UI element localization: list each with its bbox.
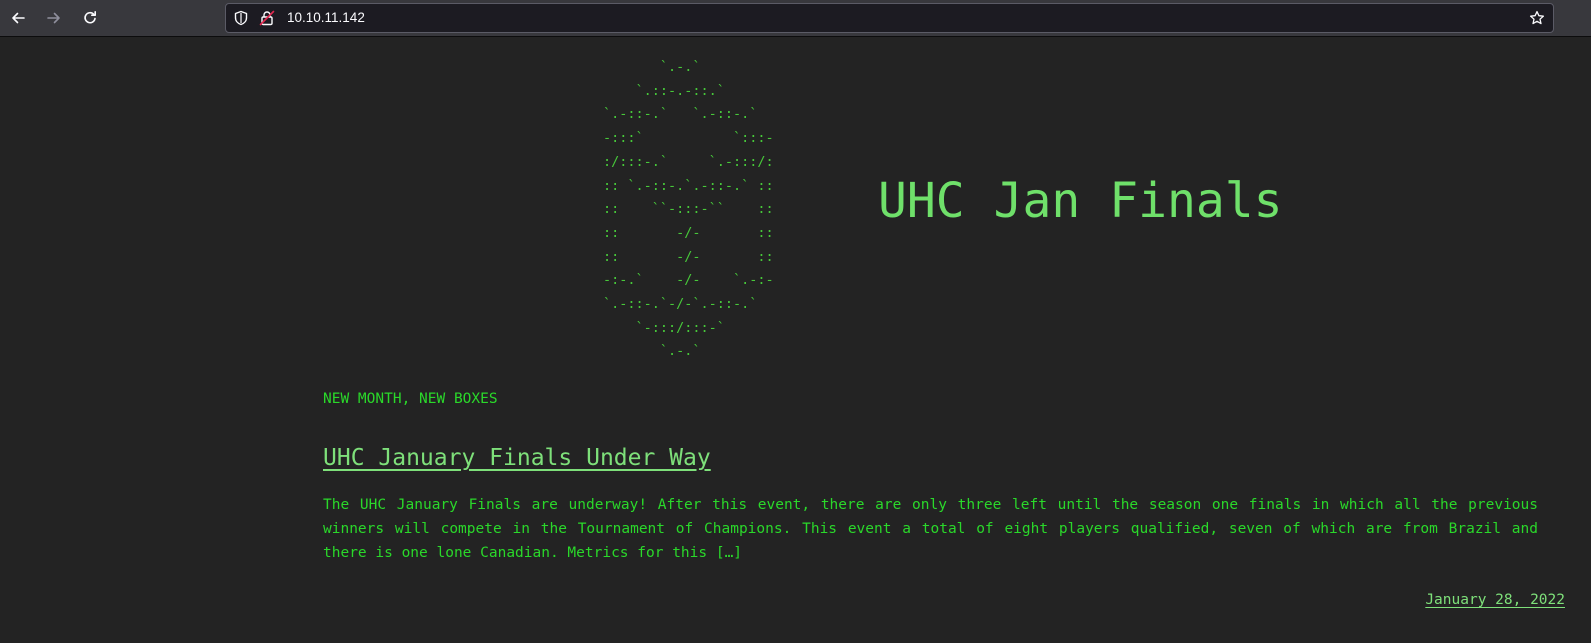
shield-icon[interactable] (233, 10, 249, 26)
url-text[interactable]: 10.10.11.142 (287, 4, 365, 32)
browser-toolbar: 10.10.11.142 (0, 0, 1591, 37)
post-date-link[interactable]: January 28, 2022 (1425, 592, 1565, 608)
post-excerpt: The UHC January Finals are underway! Aft… (323, 497, 1538, 561)
forward-button[interactable] (41, 5, 67, 31)
arrow-right-icon (47, 12, 60, 24)
star-icon[interactable] (1529, 10, 1545, 26)
back-button[interactable] (5, 5, 31, 31)
reload-icon (84, 11, 96, 24)
insecure-lock-icon[interactable] (259, 10, 275, 26)
address-bar[interactable]: 10.10.11.142 (225, 3, 1554, 33)
site-title[interactable]: UHC Jan Finals (878, 171, 1283, 231)
reload-button[interactable] (77, 5, 103, 31)
post-category: NEW MONTH, NEW BOXES (323, 391, 498, 407)
page-content: `.-.` `.::-.-::.` `.-::-.` `.-::-.` -:::… (0, 38, 1591, 643)
ascii-logo: `.-.` `.::-.-::.` `.-::-.` `.-::-.` -:::… (603, 59, 774, 360)
arrow-left-icon (12, 12, 25, 24)
post-title-link[interactable]: UHC January Finals Under Way (323, 443, 711, 473)
